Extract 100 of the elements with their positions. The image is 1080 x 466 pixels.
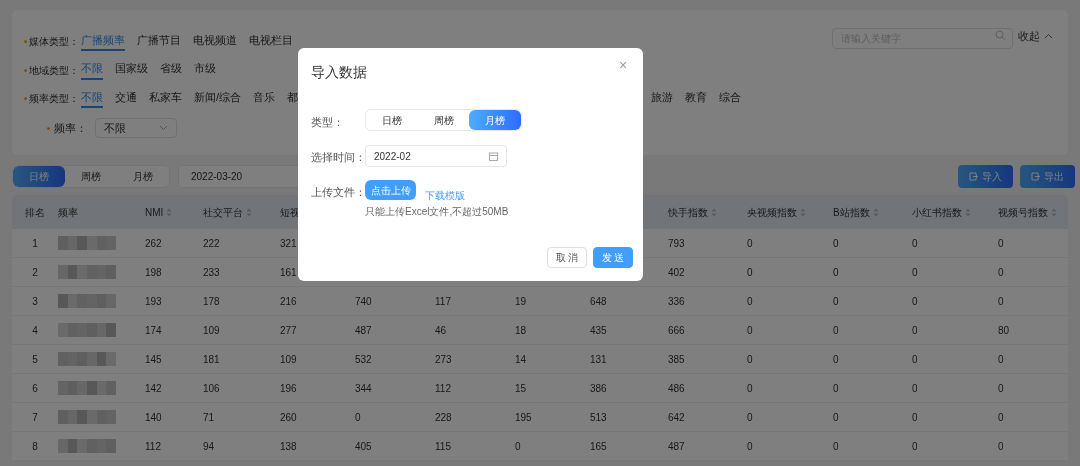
table-cell: 386 bbox=[590, 382, 607, 394]
table-cell: 0 bbox=[833, 353, 839, 365]
table-cell: 174 bbox=[145, 324, 162, 336]
table-cell: 140 bbox=[145, 411, 162, 423]
table-cell: 0 bbox=[515, 440, 521, 452]
table-cell: 109 bbox=[203, 324, 220, 336]
table-cell: 793 bbox=[668, 237, 685, 249]
table-cell: 222 bbox=[203, 237, 220, 249]
table-cell: 642 bbox=[668, 411, 685, 423]
table-cell: 0 bbox=[998, 411, 1004, 423]
table-cell: 115 bbox=[435, 440, 451, 452]
table-cell: 0 bbox=[747, 382, 753, 394]
table-cell: 7 bbox=[32, 411, 38, 423]
table-cell: 228 bbox=[435, 411, 452, 423]
table-cell: 0 bbox=[355, 411, 361, 423]
table-cell: 0 bbox=[833, 440, 839, 452]
table-cell: 0 bbox=[833, 411, 839, 423]
table-cell: 131 bbox=[590, 353, 607, 365]
frequency-label: 频率： bbox=[54, 120, 87, 136]
table-cell: 0 bbox=[747, 411, 753, 423]
table-cell: 0 bbox=[912, 440, 918, 452]
table-cell: 277 bbox=[280, 324, 297, 336]
table-cell: 112 bbox=[145, 440, 161, 452]
table-cell: 112 bbox=[435, 382, 451, 394]
table-cell: 2 bbox=[32, 266, 38, 278]
table-cell: 0 bbox=[747, 353, 753, 365]
table-cell: 0 bbox=[998, 237, 1004, 249]
table-cell: 109 bbox=[280, 353, 297, 365]
filter-label: 频率类型： bbox=[29, 92, 80, 106]
upload-hint: 只能上传Excel文件,不超过50MB bbox=[365, 205, 509, 219]
table-cell: 402 bbox=[668, 266, 685, 278]
table-cell: 0 bbox=[747, 266, 753, 278]
table-cell: 71 bbox=[203, 411, 215, 423]
table-cell: 321 bbox=[280, 237, 297, 249]
table-cell: 18 bbox=[515, 324, 527, 336]
table-cell: 666 bbox=[668, 324, 685, 336]
table-cell: 532 bbox=[355, 353, 372, 365]
table-cell: 8 bbox=[32, 440, 38, 452]
table-cell: 165 bbox=[590, 440, 607, 452]
table-cell: 648 bbox=[590, 295, 607, 307]
table-cell: 0 bbox=[833, 382, 839, 394]
table-cell: 486 bbox=[668, 382, 685, 394]
table-cell: 6 bbox=[32, 382, 38, 394]
filter-label: 媒体类型： bbox=[29, 35, 80, 49]
table-cell: 195 bbox=[515, 411, 532, 423]
table-cell: 487 bbox=[668, 440, 685, 452]
field-label: 类型： bbox=[311, 115, 344, 130]
table-cell: 405 bbox=[355, 440, 372, 452]
table-cell: 1 bbox=[32, 237, 38, 249]
table-cell: 0 bbox=[747, 324, 753, 336]
table-cell: 46 bbox=[435, 324, 447, 336]
table-cell: 344 bbox=[355, 382, 372, 394]
table-cell: 106 bbox=[203, 382, 220, 394]
table-cell: 15 bbox=[515, 382, 527, 394]
table-cell: 145 bbox=[145, 353, 162, 365]
table-cell: 487 bbox=[355, 324, 372, 336]
table-cell: 4 bbox=[32, 324, 38, 336]
table-cell: 233 bbox=[203, 266, 220, 278]
table-cell: 0 bbox=[998, 266, 1004, 278]
table-cell: 0 bbox=[912, 266, 918, 278]
field-label: 选择时间： bbox=[311, 150, 366, 165]
table-cell: 513 bbox=[590, 411, 607, 423]
table-cell: 0 bbox=[998, 295, 1004, 307]
table-cell: 193 bbox=[145, 295, 162, 307]
table-cell: 740 bbox=[355, 295, 372, 307]
table-cell: 0 bbox=[998, 440, 1004, 452]
table-cell: 260 bbox=[280, 411, 297, 423]
table-cell: 181 bbox=[203, 353, 220, 365]
table-cell: 5 bbox=[32, 353, 38, 365]
table-cell: 0 bbox=[912, 411, 918, 423]
table-cell: 3 bbox=[32, 295, 38, 307]
table-cell: 262 bbox=[145, 237, 162, 249]
table-cell: 0 bbox=[833, 324, 839, 336]
table-cell: 142 bbox=[145, 382, 162, 394]
table-cell: 216 bbox=[280, 295, 297, 307]
table-cell: 0 bbox=[833, 295, 839, 307]
table-cell: 196 bbox=[280, 382, 297, 394]
table-cell: 0 bbox=[912, 382, 918, 394]
table-cell: 19 bbox=[515, 295, 527, 307]
table-cell: 161 bbox=[280, 266, 297, 278]
table-cell: 0 bbox=[833, 266, 839, 278]
table-cell: 117 bbox=[435, 295, 451, 307]
table-cell: 0 bbox=[912, 237, 918, 249]
table-cell: 0 bbox=[747, 237, 753, 249]
table-cell: 0 bbox=[747, 440, 753, 452]
table-cell: 273 bbox=[435, 353, 452, 365]
table-cell: 0 bbox=[912, 295, 918, 307]
table-cell: 0 bbox=[747, 295, 753, 307]
table-cell: 385 bbox=[668, 353, 685, 365]
table-cell: 14 bbox=[515, 353, 527, 365]
table-cell: 0 bbox=[998, 382, 1004, 394]
table-cell: 138 bbox=[280, 440, 297, 452]
table-cell: 178 bbox=[203, 295, 220, 307]
table-cell: 435 bbox=[590, 324, 607, 336]
table-cell: 80 bbox=[998, 324, 1010, 336]
field-label: 上传文件： bbox=[311, 185, 366, 200]
table-cell: 0 bbox=[998, 353, 1004, 365]
table-cell: 0 bbox=[912, 324, 918, 336]
table-cell: 0 bbox=[833, 237, 839, 249]
table-cell: 94 bbox=[203, 440, 215, 452]
